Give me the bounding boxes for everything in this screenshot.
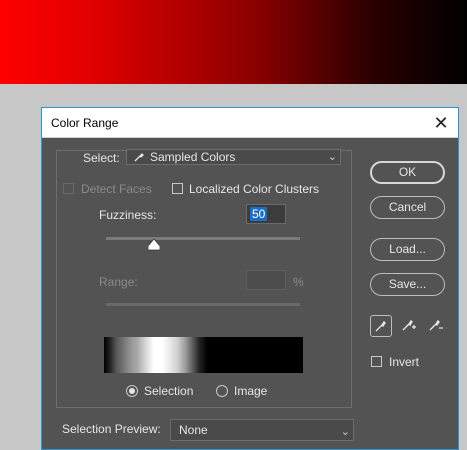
- canvas-gradient: [0, 0, 467, 84]
- selection-preview-label: Selection Preview:: [62, 422, 161, 436]
- selection-preview-value: None: [179, 423, 208, 437]
- localized-clusters-checkbox[interactable]: [172, 183, 183, 194]
- range-slider-track[interactable]: [106, 303, 300, 306]
- eyedropper-plus-icon[interactable]: [398, 315, 420, 337]
- detect-faces-label: Detect Faces: [81, 182, 152, 196]
- fuzziness-input[interactable]: 50: [246, 204, 286, 224]
- select-dropdown[interactable]: Sampled Colors ⌄: [126, 149, 341, 165]
- fuzziness-slider-track[interactable]: [106, 237, 300, 240]
- eyedropper-icon: [133, 151, 145, 166]
- select-label: Select:: [83, 151, 120, 165]
- eyedropper-minus-icon[interactable]: [425, 315, 447, 337]
- load-button[interactable]: Load...: [370, 238, 445, 261]
- invert-label: Invert: [389, 355, 420, 369]
- eyedropper-icon[interactable]: [370, 315, 392, 337]
- selection-preview-image: [104, 337, 303, 373]
- fuzziness-slider-thumb[interactable]: [147, 238, 161, 256]
- ok-button[interactable]: OK: [370, 161, 445, 184]
- image-radio[interactable]: [216, 385, 228, 397]
- selection-radio[interactable]: [126, 385, 138, 397]
- select-value: Sampled Colors: [150, 150, 236, 164]
- selection-preview-dropdown[interactable]: None ⌄: [170, 419, 354, 441]
- dialog-titlebar: Color Range ✕: [42, 108, 458, 138]
- dialog-title: Color Range: [51, 116, 119, 130]
- detect-faces-checkbox[interactable]: [63, 183, 74, 194]
- fuzziness-label: Fuzziness:: [99, 208, 157, 222]
- range-label: Range:: [99, 275, 138, 289]
- cancel-button[interactable]: Cancel: [370, 196, 445, 219]
- localized-clusters-label: Localized Color Clusters: [189, 182, 320, 196]
- save-button[interactable]: Save...: [370, 273, 445, 296]
- invert-checkbox[interactable]: [371, 356, 382, 367]
- fuzziness-value: 50: [250, 207, 268, 221]
- chevron-down-icon: ⌄: [327, 151, 337, 163]
- close-icon[interactable]: ✕: [430, 112, 452, 134]
- image-radio-label: Image: [234, 384, 268, 398]
- chevron-down-icon: ⌄: [340, 426, 350, 438]
- range-unit: %: [293, 275, 304, 289]
- range-input[interactable]: [246, 270, 286, 290]
- selection-radio-label: Selection: [144, 384, 194, 398]
- color-range-dialog: Color Range ✕ Select: Sampled Colors ⌄ D…: [41, 107, 459, 450]
